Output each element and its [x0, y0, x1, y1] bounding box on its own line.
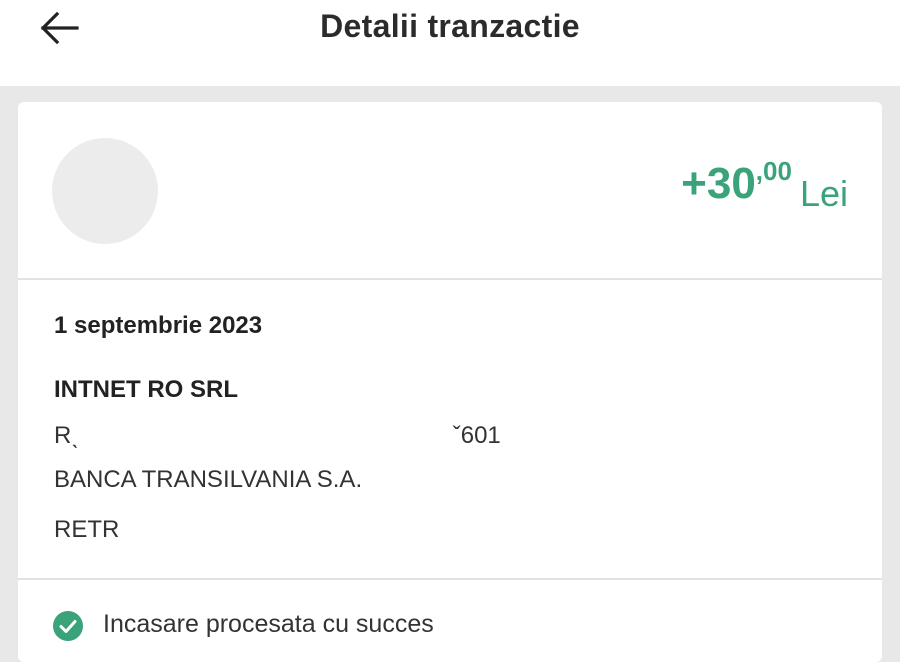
transaction-date: 1 septembrie 2023 [54, 312, 263, 339]
transaction-amount: +30 ,00 Lei [681, 158, 848, 214]
status-text: Incasare procesata cu succes [103, 610, 434, 638]
amount-currency: Lei [799, 173, 848, 214]
counterparty-name: INTNET RO SRL [54, 376, 238, 403]
app-header: Detalii tranzactie [0, 0, 900, 86]
page-title: Detalii tranzactie [320, 8, 580, 44]
status-row: Incasare procesata cu succes [18, 582, 882, 662]
amount-integer: +30 [681, 159, 756, 208]
check-circle-icon [53, 611, 83, 641]
counterparty-bank: BANCA TRANSILVANIA S.A. [54, 466, 363, 493]
transaction-details: 1 septembrie 2023 INTNET RO SRL Rˎ ˇ601 … [18, 280, 882, 580]
transaction-reference: RETR [54, 516, 120, 543]
merchant-avatar [52, 138, 158, 244]
amount-decimal: ,00 [755, 156, 792, 186]
transaction-card: +30 ,00 Lei 1 septembrie 2023 INTNET RO … [18, 102, 882, 662]
transaction-summary: +30 ,00 Lei [18, 102, 882, 280]
counterparty-iban: Rˎ ˇ601 [54, 422, 501, 449]
